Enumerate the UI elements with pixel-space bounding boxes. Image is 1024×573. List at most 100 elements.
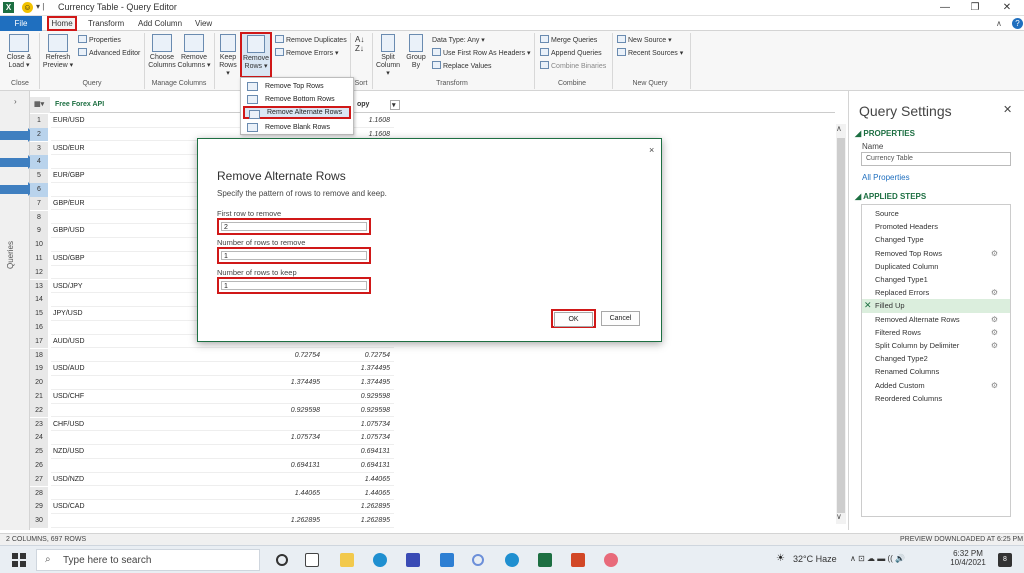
table-cell[interactable] bbox=[51, 487, 231, 501]
group-by-button[interactable]: Group By bbox=[404, 34, 428, 70]
table-cell[interactable]: 1.262895 bbox=[323, 514, 394, 528]
grid-vertical-scrollbar[interactable]: ∧ ∨ bbox=[836, 124, 846, 524]
row-number[interactable]: 25 bbox=[30, 445, 48, 459]
table-row[interactable]: 26 0.694131 0.694131 bbox=[30, 459, 400, 473]
cortana-icon[interactable] bbox=[276, 554, 288, 566]
notifications-icon[interactable]: 8 bbox=[998, 553, 1012, 567]
table-cell[interactable]: 0.72754 bbox=[231, 349, 323, 363]
replace-values-button[interactable]: Replace Values bbox=[432, 61, 492, 72]
table-cell[interactable]: 1.075734 bbox=[231, 431, 323, 445]
data-type-dropdown[interactable]: Data Type: Any ▾ bbox=[432, 35, 485, 46]
windows-start-icon[interactable] bbox=[12, 553, 26, 567]
recent-sources-button[interactable]: Recent Sources ▾ bbox=[617, 48, 683, 59]
column-header-free-forex-api[interactable]: Free Forex API bbox=[51, 97, 231, 113]
table-cell[interactable]: 1.075734 bbox=[323, 418, 394, 432]
advanced-editor-button[interactable]: Advanced Editor bbox=[78, 48, 140, 59]
menu-item-remove-blank-rows[interactable]: Remove Blank Rows bbox=[243, 121, 351, 134]
step-delete-icon[interactable]: ✕ bbox=[864, 299, 872, 312]
sort-ascending-icon[interactable]: A↓ Z↓ bbox=[355, 35, 364, 53]
table-cell[interactable]: 1.374495 bbox=[231, 376, 323, 390]
all-properties-link[interactable]: All Properties bbox=[862, 173, 910, 182]
table-row[interactable]: 24 1.075734 1.075734 bbox=[30, 431, 400, 445]
collapse-ribbon-icon[interactable]: ∧ bbox=[996, 19, 1002, 28]
table-cell[interactable]: 1.262895 bbox=[231, 514, 323, 528]
task-view-icon[interactable] bbox=[305, 553, 319, 567]
close-window-button[interactable]: ✕ bbox=[992, 0, 1022, 16]
refresh-preview-button[interactable]: Refresh Preview ▾ bbox=[42, 34, 74, 70]
applied-step[interactable]: Renamed Columns bbox=[862, 365, 1010, 378]
table-cell[interactable] bbox=[231, 473, 323, 487]
screenshot-app-icon[interactable] bbox=[440, 553, 454, 567]
split-column-button[interactable]: Split Column ▾ bbox=[374, 34, 402, 78]
row-number[interactable]: 3 bbox=[30, 141, 48, 156]
menu-item-remove-bottom-rows[interactable]: Remove Bottom Rows bbox=[243, 93, 351, 106]
table-cell[interactable]: 0.694131 bbox=[323, 459, 394, 473]
row-number[interactable]: 27 bbox=[30, 472, 48, 487]
step-settings-gear-icon[interactable]: ⚙ bbox=[991, 313, 998, 326]
table-cell[interactable]: USD/CHF bbox=[51, 390, 231, 404]
merge-queries-button[interactable]: Merge Queries bbox=[540, 35, 597, 46]
edge-browser-icon[interactable] bbox=[373, 553, 387, 567]
applied-step[interactable]: Split Column by Delimiter ⚙ bbox=[862, 339, 1010, 352]
applied-step[interactable]: Added Custom ⚙ bbox=[862, 379, 1010, 392]
combine-binaries-button[interactable]: Combine Binaries bbox=[540, 61, 606, 72]
choose-columns-button[interactable]: Choose Columns bbox=[147, 34, 177, 70]
row-number[interactable]: 4 bbox=[30, 155, 48, 169]
keep-rows-button[interactable]: Keep Rows ▾ bbox=[217, 34, 239, 78]
row-number[interactable]: 18 bbox=[30, 348, 48, 363]
table-row[interactable]: 22 0.929598 0.929598 bbox=[30, 403, 400, 418]
table-cell[interactable]: EUR/USD bbox=[51, 114, 231, 128]
append-queries-button[interactable]: Append Queries bbox=[540, 48, 602, 59]
applied-step[interactable]: Duplicated Column bbox=[862, 260, 1010, 273]
close-dialog-icon[interactable]: × bbox=[649, 145, 654, 155]
rows-to-remove-input[interactable]: 1 bbox=[221, 251, 367, 260]
row-number[interactable]: 7 bbox=[30, 196, 48, 211]
table-cell[interactable]: 1.374495 bbox=[323, 362, 394, 376]
chrome-notification-icon[interactable] bbox=[505, 553, 519, 567]
pen-app-icon[interactable] bbox=[406, 553, 420, 567]
applied-step[interactable]: Reordered Columns bbox=[862, 392, 1010, 405]
applied-step[interactable]: ✕ Filled Up bbox=[862, 299, 1010, 313]
table-row[interactable]: 25 NZD/USD 0.694131 bbox=[30, 445, 400, 459]
applied-step[interactable]: Promoted Headers bbox=[862, 220, 1010, 233]
step-settings-gear-icon[interactable]: ⚙ bbox=[991, 339, 998, 352]
row-number[interactable]: 14 bbox=[30, 293, 48, 307]
row-number[interactable]: 10 bbox=[30, 238, 48, 252]
table-cell[interactable]: 0.929598 bbox=[323, 390, 394, 404]
queries-pane[interactable]: › Queries bbox=[0, 91, 30, 530]
applied-step[interactable]: Replaced Errors ⚙ bbox=[862, 286, 1010, 299]
scrollbar-thumb[interactable] bbox=[837, 138, 845, 513]
table-cell[interactable]: 1.262895 bbox=[323, 500, 394, 514]
row-number[interactable]: 20 bbox=[30, 376, 48, 390]
media-app-icon[interactable] bbox=[472, 554, 484, 566]
query-name-input[interactable]: Currency Table bbox=[861, 152, 1011, 166]
table-row[interactable]: 20 1.374495 1.374495 bbox=[30, 376, 400, 390]
properties-section-header[interactable]: ◢ PROPERTIES bbox=[855, 129, 915, 138]
row-number[interactable]: 11 bbox=[30, 252, 48, 266]
expand-queries-icon[interactable]: › bbox=[14, 97, 17, 106]
row-number[interactable]: 22 bbox=[30, 403, 48, 418]
restore-button[interactable]: ❐ bbox=[960, 0, 990, 16]
table-cell[interactable]: 0.929598 bbox=[231, 404, 323, 418]
cancel-button[interactable]: Cancel bbox=[601, 311, 640, 326]
table-cell[interactable]: 0.929598 bbox=[323, 404, 394, 418]
taskbar-search-box[interactable]: ⌕ Type here to search bbox=[36, 549, 260, 571]
table-cell[interactable]: CHF/USD bbox=[51, 418, 231, 432]
applied-step[interactable]: Changed Type bbox=[862, 233, 1010, 246]
table-cell[interactable]: 1.44065 bbox=[323, 487, 394, 501]
weather-text[interactable]: 32°C Haze bbox=[793, 554, 837, 564]
first-row-headers-button[interactable]: Use First Row As Headers ▾ bbox=[432, 48, 531, 59]
system-tray-icons[interactable]: ∧ ⊡ ☁ ▬ (( 🔊 bbox=[850, 554, 905, 563]
row-number[interactable]: 21 bbox=[30, 390, 48, 404]
table-cell[interactable] bbox=[231, 500, 323, 514]
help-icon[interactable]: ? bbox=[1012, 18, 1023, 29]
step-settings-gear-icon[interactable]: ⚙ bbox=[991, 379, 998, 392]
table-cell[interactable] bbox=[51, 349, 231, 363]
row-number[interactable]: 16 bbox=[30, 321, 48, 335]
table-cell[interactable] bbox=[231, 362, 323, 376]
table-row[interactable]: 19 USD/AUD 1.374495 bbox=[30, 362, 400, 376]
row-number[interactable]: 19 bbox=[30, 362, 48, 376]
table-cell[interactable] bbox=[231, 445, 323, 459]
ok-button[interactable]: OK bbox=[554, 312, 593, 327]
table-cell[interactable]: 0.72754 bbox=[323, 349, 394, 363]
